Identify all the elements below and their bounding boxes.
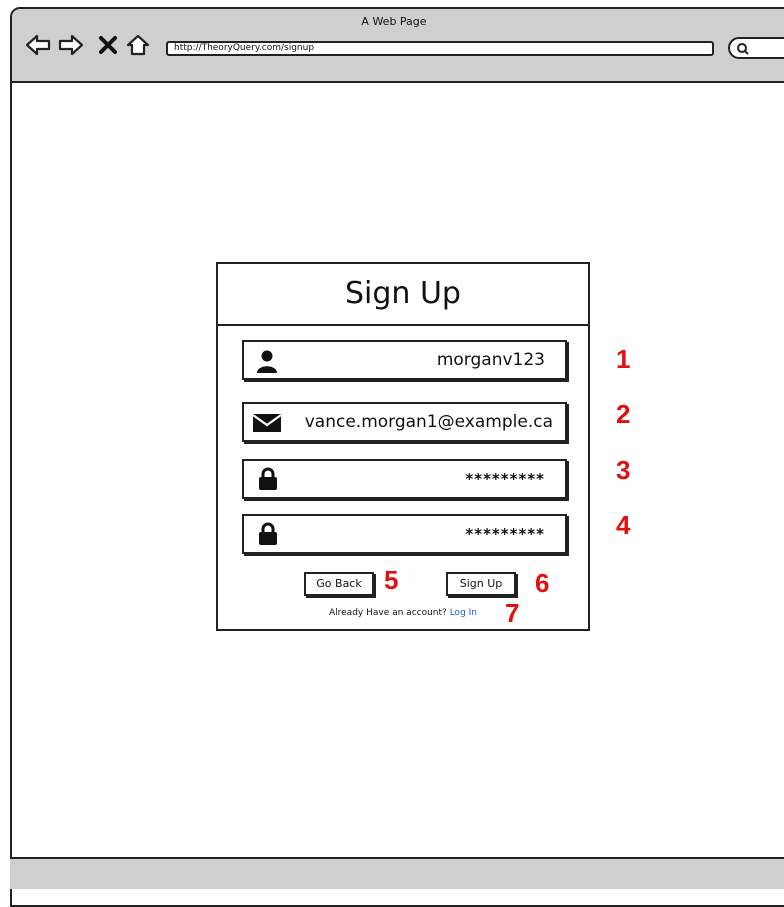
- username-field[interactable]: morganv123: [242, 340, 567, 380]
- username-value: morganv123: [436, 350, 545, 370]
- annotation-1: 1: [616, 344, 631, 374]
- annotation-2: 2: [616, 399, 631, 429]
- annotation-7: 7: [505, 598, 520, 628]
- address-bar[interactable]: http://TheoryQuery.com/signup: [166, 41, 714, 56]
- search-box[interactable]: [728, 37, 784, 59]
- confirm-password-field[interactable]: *********: [242, 514, 567, 554]
- password-value: *********: [465, 470, 545, 488]
- lock-icon: [258, 522, 278, 550]
- go-back-button[interactable]: Go Back: [304, 572, 374, 596]
- login-link[interactable]: Log In: [450, 608, 477, 618]
- window-title: A Web Page: [361, 15, 427, 28]
- signup-title: Sign Up: [218, 264, 588, 326]
- password-field[interactable]: *********: [242, 459, 567, 499]
- lock-icon: [258, 467, 278, 495]
- home-icon[interactable]: [126, 34, 150, 56]
- back-arrow-icon[interactable]: [25, 34, 51, 56]
- annotation-4: 4: [616, 510, 631, 540]
- sign-up-button[interactable]: Sign Up: [446, 572, 516, 596]
- annotation-5: 5: [384, 565, 399, 595]
- browser-toolbar: A Web Page http://TheoryQuery.com/signup: [12, 9, 784, 83]
- close-icon[interactable]: [98, 34, 118, 56]
- status-bar: [10, 857, 784, 889]
- forward-arrow-icon[interactable]: [58, 34, 84, 56]
- envelope-icon: [252, 413, 282, 437]
- confirm-password-value: *********: [465, 525, 545, 543]
- account-prompt: Already Have an account?: [328, 608, 447, 618]
- annotation-3: 3: [616, 455, 631, 485]
- annotation-6: 6: [535, 568, 550, 598]
- email-field[interactable]: vance.morgan1@example.ca: [242, 402, 567, 442]
- search-icon: [737, 43, 749, 55]
- user-icon: [256, 349, 278, 377]
- email-value: vance.morgan1@example.ca: [304, 412, 553, 432]
- account-prompt-line: Already Have an account? Log In: [218, 608, 588, 618]
- signup-panel: Sign Up morganv123 vance.morgan1@example…: [216, 262, 590, 631]
